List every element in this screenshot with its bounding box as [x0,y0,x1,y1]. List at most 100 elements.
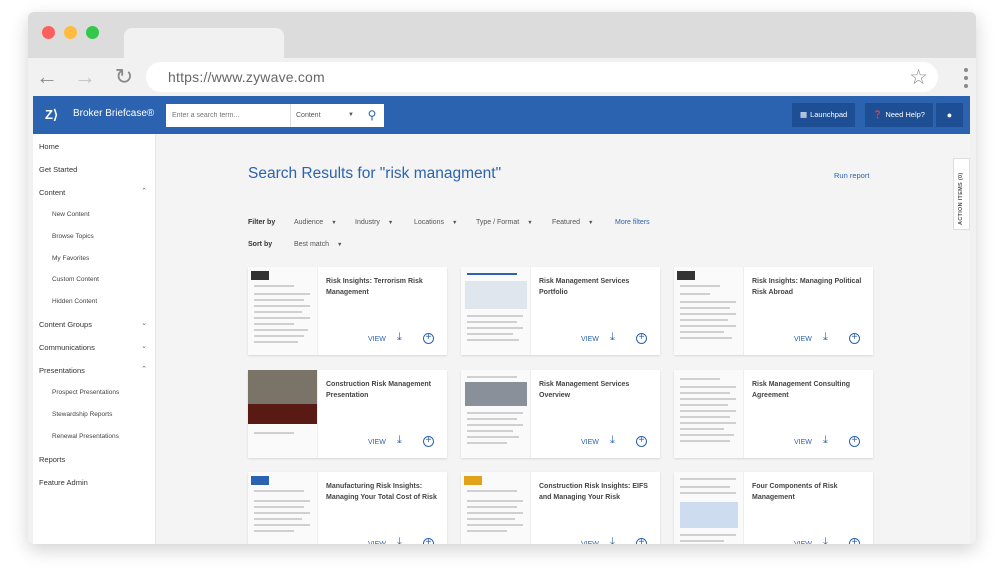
add-icon[interactable]: + [423,436,434,447]
add-icon[interactable]: + [636,333,647,344]
sidebar-item-stewardship-reports[interactable]: Stewardship Reports [52,411,112,418]
content-card[interactable]: Risk Management Consulting Agreement VIE… [674,370,873,458]
view-button[interactable]: VIEW [794,336,812,343]
document-thumbnail [248,472,318,544]
search-input[interactable] [166,104,290,127]
user-icon[interactable]: ● [936,103,963,127]
add-icon[interactable]: + [636,436,647,447]
action-items-tab[interactable]: ACTION ITEMS (0) [953,158,970,230]
card-title[interactable]: Construction Risk Insights: EIFS and Man… [539,481,655,503]
card-title[interactable]: Risk Management Services Overview [539,379,655,401]
download-icon[interactable]: ⤓ [610,536,615,544]
close-window-button[interactable] [42,26,55,39]
content-card[interactable]: Construction Risk Management Presentatio… [248,370,447,458]
browser-tab[interactable] [124,28,284,58]
card-title[interactable]: Four Components of Risk Management [752,481,868,503]
chevron-up-icon[interactable]: ⌃ [141,187,147,195]
browser-window: ← → ↻ https://www.zywave.com ☆ Z⟩ Broker… [28,12,976,544]
bookmark-star-icon[interactable]: ☆ [909,65,928,90]
content-card[interactable]: Risk Insights: Terrorism Risk Management… [248,267,447,355]
add-icon[interactable]: + [849,333,860,344]
content-card[interactable]: Four Components of Risk Management VIEW … [674,472,873,544]
sidebar-item-presentations[interactable]: Presentations [39,366,85,375]
maximize-window-button[interactable] [86,26,99,39]
download-icon[interactable]: ⤓ [610,434,615,447]
download-icon[interactable]: ⤓ [610,331,615,344]
search-icon[interactable]: ⚲ [360,104,384,127]
launchpad-button[interactable]: ▦ Launchpad [792,103,856,127]
view-button[interactable]: VIEW [368,439,386,446]
content-card[interactable]: Risk Management Services Portfolio VIEW … [461,267,660,355]
filter-locations-label: Locations [414,219,444,226]
add-icon[interactable]: + [849,538,860,544]
content-card[interactable]: Risk Management Services Overview VIEW ⤓… [461,370,660,458]
download-icon[interactable]: ⤓ [397,536,402,544]
sidebar-item-content[interactable]: Content [39,188,65,197]
app-title[interactable]: Broker Briefcase® [73,108,154,119]
sidebar-item-reports[interactable]: Reports [39,455,65,464]
view-button[interactable]: VIEW [581,336,599,343]
card-title[interactable]: Manufacturing Risk Insights: Managing Yo… [326,481,442,503]
document-thumbnail [674,267,744,355]
search-bar: Content ▼ ⚲ [166,104,384,127]
reload-icon[interactable]: ↻ [113,66,135,88]
card-title[interactable]: Risk Insights: Terrorism Risk Management [326,276,442,298]
filter-featured[interactable]: Featured ▼ [552,219,593,226]
content-card[interactable]: Risk Insights: Managing Political Risk A… [674,267,873,355]
browser-menu-icon[interactable] [964,68,968,92]
card-title[interactable]: Risk Insights: Managing Political Risk A… [752,276,868,298]
view-button[interactable]: VIEW [794,541,812,544]
add-icon[interactable]: + [423,538,434,544]
filter-audience[interactable]: Audience ▼ [294,219,337,226]
document-thumbnail [674,472,744,544]
sidebar-item-get-started[interactable]: Get Started [39,165,77,174]
minimize-window-button[interactable] [64,26,77,39]
add-icon[interactable]: + [423,333,434,344]
download-icon[interactable]: ⤓ [823,331,828,344]
address-bar[interactable]: https://www.zywave.com ☆ [146,62,938,92]
sidebar-item-feature-admin[interactable]: Feature Admin [39,478,88,487]
filter-industry[interactable]: Industry ▼ [355,219,393,226]
download-icon[interactable]: ⤓ [397,331,402,344]
search-scope-select[interactable]: Content ▼ [290,104,360,127]
content-card[interactable]: Manufacturing Risk Insights: Managing Yo… [248,472,447,544]
content-card[interactable]: Construction Risk Insights: EIFS and Man… [461,472,660,544]
sort-select[interactable]: Best match ▼ [294,241,342,248]
help-button[interactable]: ❓ Need Help? [865,103,933,127]
sidebar-item-prospect-presentations[interactable]: Prospect Presentations [52,389,119,396]
zywave-logo[interactable]: Z⟩ [45,104,67,126]
chevron-up-icon[interactable]: ⌃ [141,365,147,373]
sidebar-item-hidden-content[interactable]: Hidden Content [52,298,97,305]
sidebar-item-content-groups[interactable]: Content Groups [39,320,92,329]
sidebar-item-home[interactable]: Home [39,142,59,151]
view-button[interactable]: VIEW [368,541,386,544]
more-filters-link[interactable]: More filters [615,219,650,226]
download-icon[interactable]: ⤓ [823,434,828,447]
view-button[interactable]: VIEW [581,439,599,446]
filter-locations[interactable]: Locations ▼ [414,219,457,226]
sidebar-item-communications[interactable]: Communications [39,343,95,352]
sidebar-item-browse-topics[interactable]: Browse Topics [52,233,94,240]
add-icon[interactable]: + [636,538,647,544]
download-icon[interactable]: ⤓ [823,536,828,544]
download-icon[interactable]: ⤓ [397,434,402,447]
add-icon[interactable]: + [849,436,860,447]
sidebar-item-custom-content[interactable]: Custom Content [52,276,99,283]
view-button[interactable]: VIEW [794,439,812,446]
card-title[interactable]: Risk Management Consulting Agreement [752,379,868,401]
help-icon: ❓ [873,110,883,119]
filter-industry-label: Industry [355,219,380,226]
sidebar-item-renewal-presentations[interactable]: Renewal Presentations [52,433,119,440]
forward-arrow-icon[interactable]: → [74,66,96,88]
sidebar-item-my-favorites[interactable]: My Favorites [52,255,89,262]
filter-type-format[interactable]: Type / Format ▼ [476,219,533,226]
chevron-down-icon[interactable]: ⌄ [141,342,147,350]
card-title[interactable]: Risk Management Services Portfolio [539,276,655,298]
back-arrow-icon[interactable]: ← [36,66,58,88]
run-report-link[interactable]: Run report [834,171,869,180]
sidebar-item-new-content[interactable]: New Content [52,211,90,218]
chevron-down-icon[interactable]: ⌄ [141,319,147,327]
card-title[interactable]: Construction Risk Management Presentatio… [326,379,442,401]
view-button[interactable]: VIEW [581,541,599,544]
view-button[interactable]: VIEW [368,336,386,343]
